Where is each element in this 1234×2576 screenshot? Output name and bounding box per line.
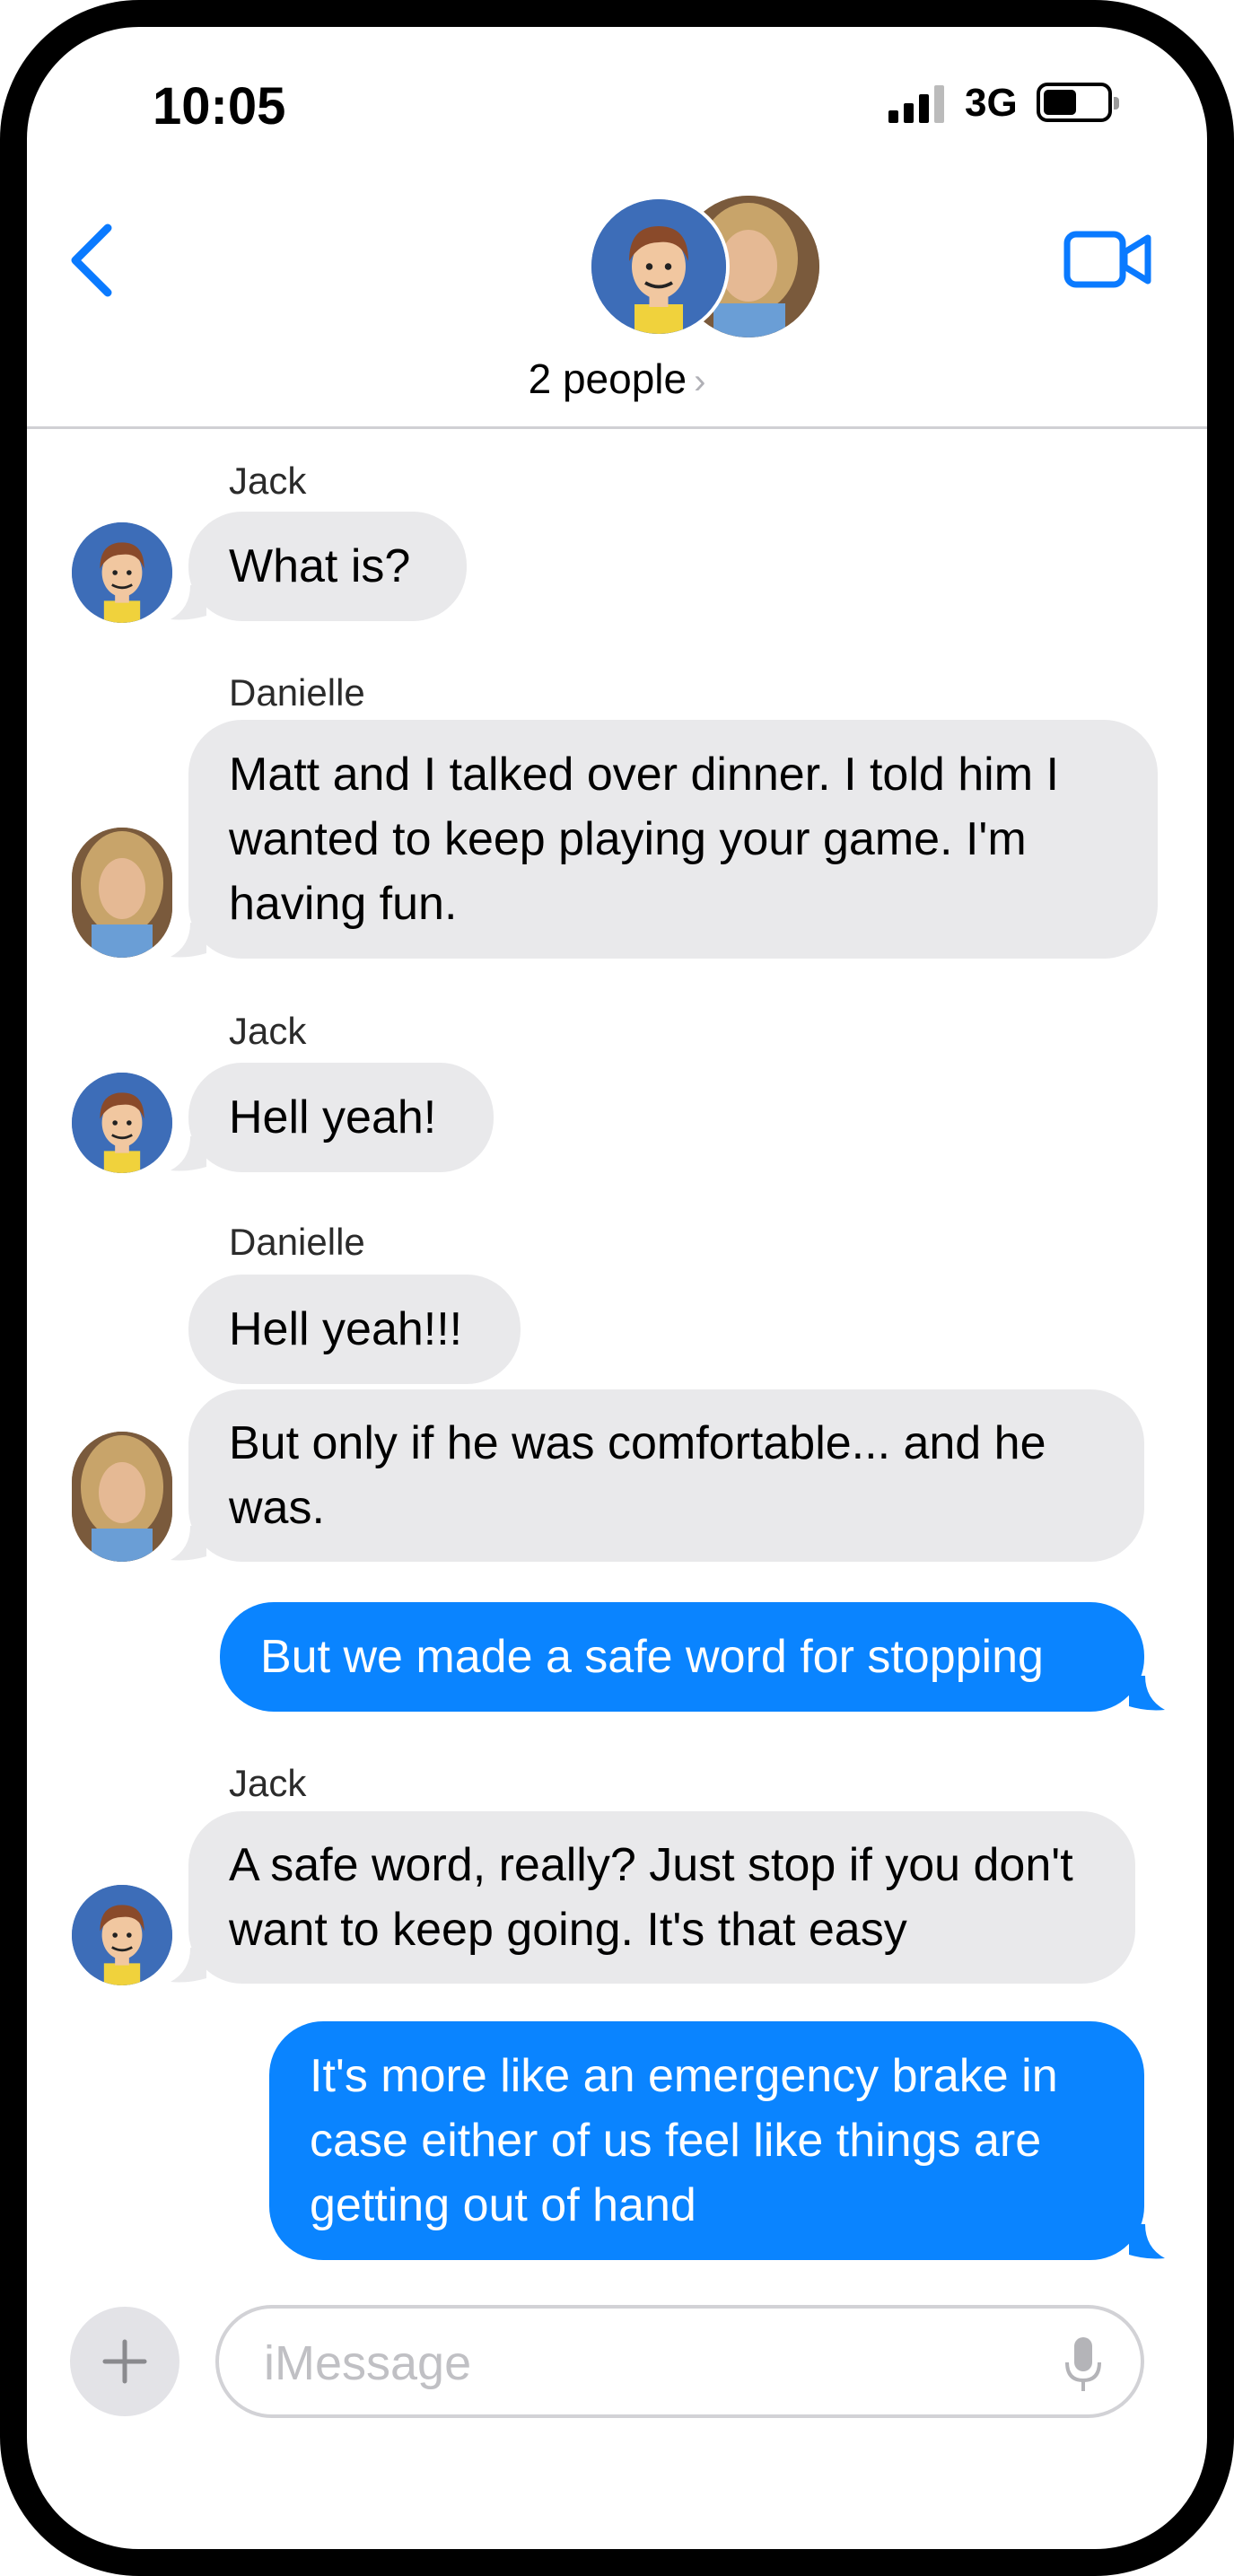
jack-avatar[interactable]	[72, 1885, 172, 1985]
jack-avatar-large	[588, 196, 730, 337]
imessage-input-container[interactable]	[215, 2305, 1144, 2418]
battery-icon	[1037, 83, 1119, 122]
message-bubble-outgoing[interactable]: But we made a safe word for stopping	[220, 1602, 1144, 1712]
sender-name: Jack	[229, 1762, 307, 1804]
bubble-tail	[1129, 2224, 1165, 2259]
sender-name: Danielle	[229, 671, 365, 714]
sender-name: Danielle	[229, 1221, 365, 1263]
back-chevron-icon[interactable]	[61, 215, 124, 305]
message-bubble-incoming[interactable]: Matt and I talked over dinner. I told hi…	[188, 720, 1158, 959]
message-bubble-incoming[interactable]: But only if he was comfortable... and he…	[188, 1389, 1144, 1562]
danielle-avatar[interactable]	[72, 828, 172, 958]
message-bubble-incoming[interactable]: Hell yeah!!!	[188, 1275, 521, 1384]
message-bubble-outgoing[interactable]: It's more like an emergency brake in cas…	[269, 2021, 1144, 2260]
video-call-icon[interactable]	[1063, 229, 1153, 290]
message-bubble-incoming[interactable]: What is?	[188, 512, 467, 621]
sender-name: Jack	[229, 1010, 307, 1052]
danielle-avatar[interactable]	[72, 1432, 172, 1562]
message-bubble-incoming[interactable]: Hell yeah!	[188, 1063, 494, 1172]
message-bubble-incoming[interactable]: A safe word, really? Just stop if you do…	[188, 1811, 1135, 1984]
jack-avatar[interactable]	[72, 1073, 172, 1173]
microphone-icon[interactable]	[1063, 2335, 1103, 2393]
participants-count: 2 people	[528, 355, 687, 402]
apps-plus-button[interactable]	[70, 2307, 179, 2416]
chevron-right-icon: ›	[694, 362, 706, 401]
status-time: 10:05	[153, 77, 286, 136]
group-avatar[interactable]	[588, 196, 819, 339]
signal-bars-icon	[888, 85, 944, 123]
jack-avatar[interactable]	[72, 522, 172, 623]
header-divider	[27, 426, 1207, 429]
imessage-input[interactable]	[262, 2328, 1002, 2398]
sender-name: Jack	[229, 460, 307, 502]
network-type: 3G	[965, 81, 1018, 125]
participants-label[interactable]: 2 people ›	[0, 355, 1234, 403]
bubble-tail	[1129, 1676, 1165, 1711]
plus-icon	[102, 2339, 147, 2384]
